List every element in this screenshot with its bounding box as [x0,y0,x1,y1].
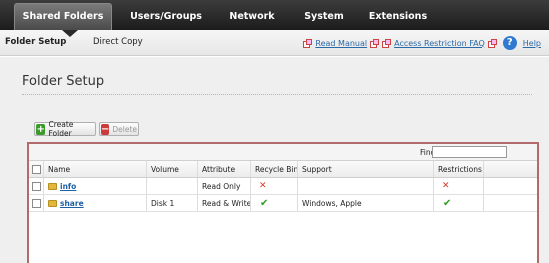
cross-icon: ✕ [442,181,450,191]
attribute-cell: Read & Write [198,195,251,211]
read-manual-link[interactable]: Read Manual [315,39,367,48]
recycle-bin-cell: ✔ [251,195,298,211]
check-icon: ✔ [260,197,269,209]
shared-folders-grid: Find Name Volume Attribute Recycle Bin S… [27,142,539,263]
recycle-bin-cell: ✕ [251,178,298,194]
column-header-recycle-bin[interactable]: Recycle Bin [251,161,298,177]
column-header-name[interactable]: Name [44,161,147,177]
table-row[interactable]: info Read Only ✕ ✕ [29,178,537,195]
select-all-cell [29,161,44,177]
tab-extensions[interactable]: Extensions [363,4,433,30]
title-divider [22,94,532,95]
find-bar: Find [29,144,537,161]
volume-cell [147,178,198,194]
minus-icon: − [101,123,110,135]
cross-icon: ✕ [259,181,267,191]
support-cell [298,178,434,194]
find-input[interactable] [432,146,507,158]
column-header-support[interactable]: Support [298,161,434,177]
folder-name-link[interactable]: info [60,182,76,191]
column-header-attribute[interactable]: Attribute [198,161,251,177]
external-link-icon [370,39,380,48]
help-links: Read Manual Access Restriction FAQ ? Hel… [303,36,541,50]
active-tab-pointer [62,30,78,37]
folder-name-link[interactable]: share [60,199,84,208]
tab-shared-folders[interactable]: Shared Folders [14,3,112,30]
name-cell: info [44,178,147,194]
create-folder-button[interactable]: + Create Folder [34,120,96,138]
tab-system[interactable]: System [296,4,352,30]
volume-cell: Disk 1 [147,195,198,211]
page-title: Folder Setup [22,74,105,89]
row-checkbox[interactable] [32,181,41,191]
column-header-volume[interactable]: Volume [147,161,198,177]
select-all-checkbox[interactable] [32,164,41,174]
attribute-cell: Read Only [198,178,251,194]
subnav-folder-setup[interactable]: Folder Setup [5,37,66,47]
plus-icon: + [36,123,46,135]
grid-header: Name Volume Attribute Recycle Bin Suppor… [29,161,537,178]
support-cell: Windows, Apple [298,195,434,211]
access-restriction-faq-link[interactable]: Access Restriction FAQ [394,39,485,48]
folder-icon [48,199,57,207]
name-cell: share [44,195,147,211]
check-icon: ✔ [443,197,452,209]
sub-nav: Folder Setup Direct Copy Read Manual Acc… [0,30,549,56]
row-select-cell [29,195,44,211]
column-header-restrictions[interactable]: Restrictions [434,161,484,177]
tab-users-groups[interactable]: Users/Groups [124,4,208,30]
delete-button[interactable]: − Delete [99,122,139,136]
help-link[interactable]: Help [523,39,541,48]
external-link-icon [382,39,392,48]
row-checkbox[interactable] [32,198,41,208]
top-nav: Shared Folders Users/Groups Network Syst… [0,0,549,30]
restrictions-cell: ✔ [434,195,484,211]
delete-label: Delete [112,124,138,134]
folder-icon [48,182,57,190]
create-folder-label: Create Folder [48,120,74,138]
external-link-icon [303,39,313,48]
restrictions-cell: ✕ [434,178,484,194]
external-link-icon [487,39,497,48]
table-row[interactable]: share Disk 1 Read & Write ✔ Windows, App… [29,195,537,212]
content-panel: Folder Setup + Create Folder − Delete Fi… [0,57,549,263]
subnav-direct-copy[interactable]: Direct Copy [93,37,143,47]
help-icon[interactable]: ? [502,36,517,50]
tab-network[interactable]: Network [222,4,282,30]
row-select-cell [29,178,44,194]
